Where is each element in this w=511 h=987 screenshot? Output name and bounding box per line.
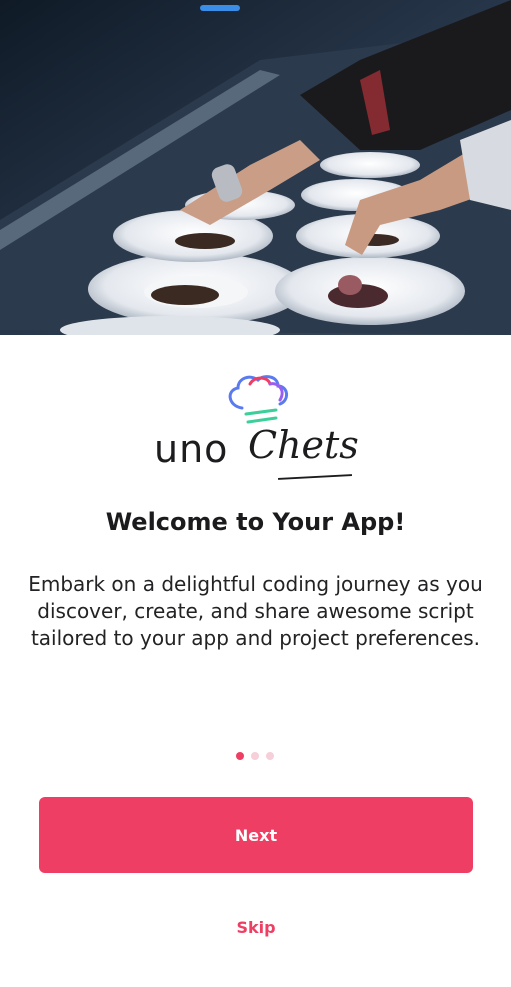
hero-image <box>0 0 511 335</box>
logo-text-chets: Chets <box>248 423 359 467</box>
page-dot-3[interactable] <box>266 752 274 760</box>
welcome-description: Embark on a delightful coding journey as… <box>28 572 483 650</box>
page-dot-2[interactable] <box>251 752 259 760</box>
welcome-title: Welcome to Your App! <box>105 508 406 536</box>
skip-button[interactable]: Skip <box>216 918 296 944</box>
logo-text-uno: uno <box>154 427 229 471</box>
page-dot-1[interactable] <box>236 752 244 760</box>
next-button[interactable]: Next <box>39 797 473 873</box>
page-indicator <box>236 752 278 762</box>
uno-chets-logo: uno Chets <box>150 372 362 482</box>
logo-underline <box>277 474 353 480</box>
